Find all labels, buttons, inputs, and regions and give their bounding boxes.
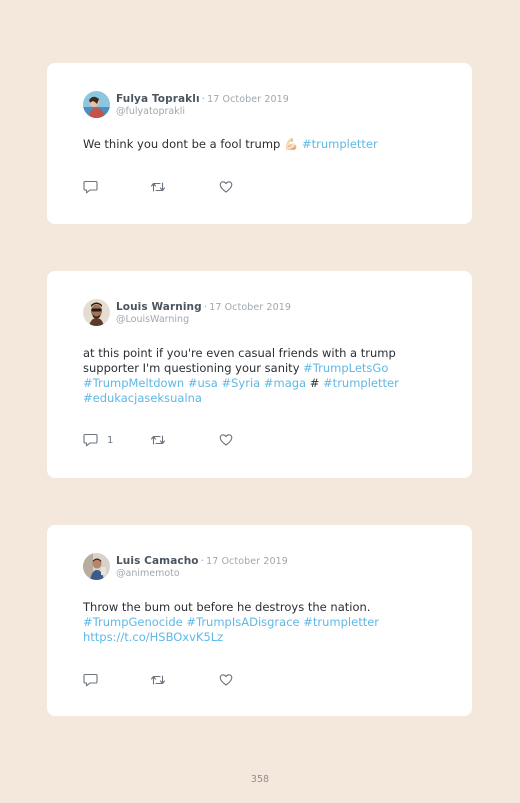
reply-count: 1: [107, 434, 114, 446]
hashtag[interactable]: #TrumpMeltdown #usa #Syria #maga: [83, 376, 306, 390]
reply-icon: [83, 433, 98, 447]
retweet-button[interactable]: [150, 180, 166, 194]
like-icon: [219, 181, 233, 193]
tweet-line: #TrumpGenocide #TrumpIsADisgrace #trumpl…: [83, 615, 413, 630]
tweet-line: at this point if you're even casual frie…: [83, 346, 396, 360]
tweet-actions: 1: [83, 433, 283, 447]
tweet-line: supporter I'm questioning your sanity #T…: [83, 361, 413, 376]
hashtag[interactable]: #trumpletter: [323, 376, 399, 390]
like-icon: [219, 674, 233, 686]
like-button[interactable]: [219, 433, 233, 447]
retweet-icon: [150, 182, 166, 192]
tweet-line: Throw the bum out before he destroys the…: [83, 600, 371, 614]
separator-dot: ·: [201, 93, 206, 105]
author-handle[interactable]: @fulyatoprakli: [116, 106, 185, 117]
hashtag[interactable]: #edukacjaseksualna: [83, 391, 202, 405]
tweet-actions: [83, 673, 283, 687]
reply-button[interactable]: [83, 180, 98, 194]
tweet-card: Luis Camacho · 17 October 2019 @animemoto …: [47, 525, 472, 716]
reply-icon: [83, 180, 98, 194]
tweet-card: Fulya Topraklı · 17 October 2019 @fulyatop…: [47, 63, 472, 224]
author-handle[interactable]: @animemoto: [116, 568, 180, 579]
tweet-text: Throw the bum out before he destroys the…: [83, 600, 413, 645]
avatar[interactable]: [83, 299, 110, 326]
tweet-line: #TrumpMeltdown #usa #Syria #maga # #trum…: [83, 376, 413, 391]
tweet-text: We think you dont be a fool trump 💪🏻 #tr…: [83, 137, 413, 152]
author-line: Fulya Topraklı · 17 October 2019: [116, 93, 289, 105]
tweet-actions: [83, 180, 283, 194]
reply-icon: [83, 673, 98, 687]
tweet-line: #edukacjaseksualna: [83, 391, 413, 406]
tweet-body: #: [306, 376, 324, 390]
like-button[interactable]: [219, 673, 233, 687]
page-number: 358: [250, 774, 270, 785]
reply-button[interactable]: 1: [83, 433, 113, 447]
author-line: Luis Camacho · 17 October 2019: [116, 555, 288, 567]
author-name[interactable]: Louis Warning: [116, 301, 202, 313]
hashtag[interactable]: #TrumpLetsGo: [303, 361, 388, 375]
tweet-date[interactable]: 17 October 2019: [209, 302, 291, 313]
retweet-icon: [150, 435, 166, 445]
like-button[interactable]: [219, 180, 233, 194]
tweet-card: Louis Warning · 17 October 2019 @LouisWarn…: [47, 271, 472, 478]
author-line: Louis Warning · 17 October 2019: [116, 301, 291, 313]
tweet-text: at this point if you're even casual frie…: [83, 346, 413, 406]
author-handle[interactable]: @LouisWarning: [116, 314, 189, 325]
retweet-button[interactable]: [150, 673, 166, 687]
avatar[interactable]: [83, 553, 110, 580]
tweet-line: https://t.co/HSBOxvK5Lz: [83, 630, 413, 645]
tweet-body: We think you dont be a fool trump 💪🏻: [83, 137, 299, 151]
author-name[interactable]: Fulya Topraklı: [116, 93, 200, 105]
author-name[interactable]: Luis Camacho: [116, 555, 199, 567]
hashtag[interactable]: #TrumpGenocide #TrumpIsADisgrace #trumpl…: [83, 615, 379, 629]
hashtag[interactable]: #trumpletter: [302, 137, 378, 151]
separator-dot: ·: [203, 301, 208, 313]
reply-button[interactable]: [83, 673, 98, 687]
tweet-date[interactable]: 17 October 2019: [207, 94, 289, 105]
tweet-body: supporter I'm questioning your sanity: [83, 361, 304, 375]
tweet-date[interactable]: 17 October 2019: [206, 556, 288, 567]
retweet-icon: [150, 675, 166, 685]
avatar[interactable]: [83, 91, 110, 118]
separator-dot: ·: [200, 555, 205, 567]
tweet-link[interactable]: https://t.co/HSBOxvK5Lz: [83, 630, 223, 644]
retweet-button[interactable]: [150, 433, 166, 447]
like-icon: [219, 434, 233, 446]
